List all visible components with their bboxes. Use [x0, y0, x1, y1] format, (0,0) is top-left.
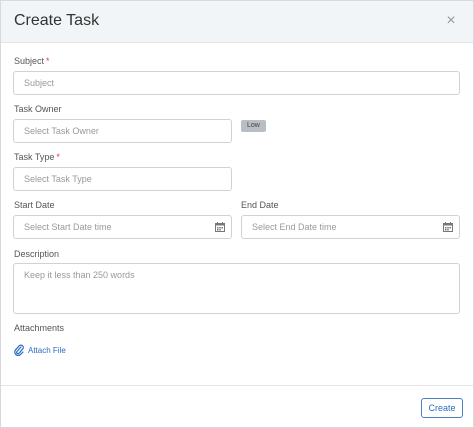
attach-file-link[interactable]: Attach File [14, 343, 66, 357]
priority-badge: Low [241, 120, 266, 132]
start-date-input[interactable]: Select Start Date time [13, 215, 232, 239]
paperclip-icon [14, 344, 24, 356]
start-date-label: Start Date [14, 200, 55, 210]
task-type-placeholder: Select Task Type [24, 174, 92, 184]
attachments-label: Attachments [14, 323, 65, 333]
task-owner-select[interactable]: Select Task Owner [13, 119, 232, 143]
task-type-label-text: Task Type [14, 152, 55, 162]
end-date-placeholder: Select End Date time [252, 222, 337, 232]
end-date-input[interactable]: Select End Date time [241, 215, 460, 239]
create-task-modal: Create Task × Subject * Subject Task Owne… [0, 0, 474, 428]
task-owner-label: Task Owner [14, 104, 62, 114]
subject-label: Subject * [14, 56, 50, 66]
subject-placeholder: Subject [24, 78, 55, 88]
modal-title: Create Task [14, 12, 100, 29]
create-button[interactable]: Create [421, 398, 463, 418]
required-marker: * [46, 56, 50, 66]
start-date-placeholder: Select Start Date time [24, 222, 112, 232]
close-icon[interactable]: × [442, 10, 460, 32]
description-textarea[interactable]: Keep it less than 250 words [13, 263, 460, 314]
modal-header: Create Task × [1, 1, 473, 43]
calendar-icon[interactable] [443, 222, 453, 232]
footer-divider [1, 385, 473, 386]
description-label: Description [14, 249, 60, 259]
subject-label-text: Subject [14, 56, 45, 66]
task-owner-placeholder: Select Task Owner [24, 126, 99, 136]
task-type-select[interactable]: Select Task Type [13, 167, 232, 191]
end-date-label: End Date [241, 200, 279, 210]
required-marker: * [56, 152, 60, 162]
attach-file-label: Attach File [28, 345, 66, 355]
task-type-label: Task Type * [14, 152, 60, 162]
calendar-icon[interactable] [215, 222, 225, 232]
description-placeholder: Keep it less than 250 words [24, 270, 135, 280]
subject-input[interactable]: Subject [13, 71, 460, 95]
